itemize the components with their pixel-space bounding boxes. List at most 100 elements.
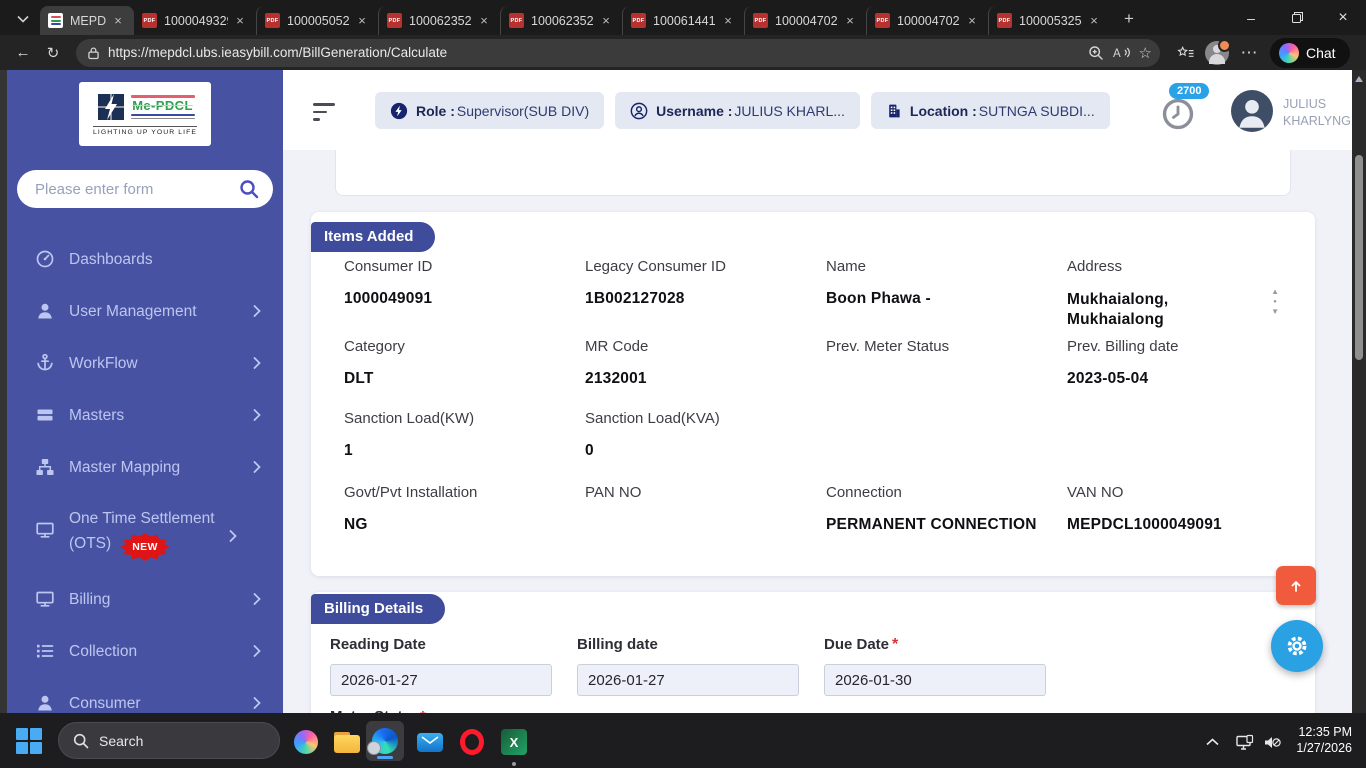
sidebar-item-billing[interactable]: Billing xyxy=(7,573,283,625)
profile-name: JULIUS KHARLYNG xyxy=(1283,96,1352,130)
minimize-button[interactable]: – xyxy=(1228,0,1274,35)
url-text[interactable]: https://mepdcl.ubs.ieasybill.com/BillGen… xyxy=(108,45,1079,60)
billing-details-card: Billing Details Reading Date Billing dat… xyxy=(311,592,1315,713)
sidebar-item-master-mapping[interactable]: Master Mapping xyxy=(7,441,283,493)
due-date-label: Due Date xyxy=(824,636,889,653)
location-label: Location : xyxy=(910,103,977,119)
tab-title: 1000053254 xyxy=(1019,14,1082,28)
chevron-right-icon xyxy=(253,357,261,369)
taskbar-explorer-button[interactable] xyxy=(329,727,365,757)
tab-close-icon[interactable]: × xyxy=(964,13,980,29)
taskbar-copilot-button[interactable] xyxy=(288,727,324,757)
mepdcl-logo: Me-PDCL LIGHTING UP YOUR LIFE xyxy=(79,82,211,146)
hamburger-menu-icon[interactable] xyxy=(313,103,335,121)
timer-count-badge: 2700 xyxy=(1169,83,1209,99)
session-timer[interactable]: 2700 xyxy=(1161,83,1211,137)
browser-profile-avatar[interactable] xyxy=(1200,39,1234,67)
read-aloud-icon[interactable]: A xyxy=(1113,46,1130,59)
back-button[interactable]: ← xyxy=(8,39,38,67)
window-controls: – × xyxy=(1228,0,1366,35)
tray-clock[interactable]: 12:35 PM 1/27/2026 xyxy=(1284,724,1352,756)
new-tab-button[interactable]: + xyxy=(1114,5,1144,33)
browser-tab-pdf[interactable]: PDF 1000623525 × xyxy=(500,6,622,35)
sidebar-item-label: User Management xyxy=(69,299,245,324)
sidebar-item-consumer[interactable]: Consumer xyxy=(7,677,283,713)
taskbar-opera-button[interactable] xyxy=(454,727,490,757)
taskbar-excel-button[interactable]: X xyxy=(496,727,532,757)
billing-details-ribbon: Billing Details xyxy=(311,594,445,624)
username-label: Username : xyxy=(656,103,732,119)
sidebar-item-masters[interactable]: Masters xyxy=(7,389,283,441)
refresh-button[interactable]: ↻ xyxy=(38,39,68,67)
zoom-icon[interactable] xyxy=(1088,45,1104,61)
user-avatar[interactable] xyxy=(1231,90,1273,137)
copilot-chat-button[interactable]: Chat xyxy=(1270,38,1350,68)
field-value: 2023-05-04 xyxy=(1067,370,1267,388)
settings-dots-icon[interactable]: ⋯ xyxy=(1234,39,1264,67)
tab-search-chevron-icon[interactable] xyxy=(8,5,38,33)
browser-tab-mepdcl[interactable]: MEPDCL × xyxy=(40,6,134,35)
browser-tab-pdf[interactable]: PDF 1000053254 × xyxy=(988,6,1110,35)
browser-tab-pdf[interactable]: PDF 1000050523 × xyxy=(256,6,378,35)
field-value: 1B002127028 xyxy=(585,290,826,308)
browser-tab-pdf[interactable]: PDF 1000047020 × xyxy=(744,6,866,35)
tab-close-icon[interactable]: × xyxy=(354,13,370,29)
sidebar-search-input[interactable] xyxy=(33,180,231,199)
address-bar[interactable]: https://mepdcl.ubs.ieasybill.com/BillGen… xyxy=(76,39,1160,67)
start-button[interactable] xyxy=(16,728,42,754)
tray-network-icon[interactable] xyxy=(1230,727,1260,757)
taskbar-search[interactable]: Search xyxy=(58,722,280,759)
page-scrollbar[interactable] xyxy=(1352,70,1366,713)
sidebar-item-workflow[interactable]: WorkFlow xyxy=(7,337,283,389)
restore-button[interactable] xyxy=(1274,0,1320,35)
field-value: 2132001 xyxy=(585,370,826,388)
tab-close-icon[interactable]: × xyxy=(598,13,614,29)
search-icon[interactable] xyxy=(239,179,259,199)
taskbar-edge-button[interactable] xyxy=(366,721,404,761)
role-value: Supervisor(SUB DIV) xyxy=(457,103,589,119)
reading-date-input[interactable] xyxy=(330,664,552,696)
browser-tab-pdf[interactable]: PDF 1000047020 × xyxy=(866,6,988,35)
tab-close-icon[interactable]: × xyxy=(232,13,248,29)
tray-chevron-icon[interactable] xyxy=(1198,727,1226,757)
username-value: JULIUS KHARL... xyxy=(734,103,844,119)
tab-close-icon[interactable]: × xyxy=(720,13,736,29)
scroll-up-icon[interactable]: ▲ xyxy=(1271,288,1279,296)
user-icon xyxy=(35,301,55,321)
billing-fields: Reading Date Billing date Due Date* xyxy=(330,636,1071,696)
tab-close-icon[interactable]: × xyxy=(476,13,492,29)
sidebar-item-user-management[interactable]: User Management xyxy=(7,285,283,337)
sidebar-item-ots[interactable]: One Time Settlement (OTS) NEW xyxy=(7,493,283,573)
taskbar-mail-button[interactable] xyxy=(412,727,448,757)
chevron-right-icon xyxy=(253,593,261,605)
edge-active-indicator xyxy=(377,756,393,759)
windows-taskbar: Search X 12: xyxy=(0,713,1366,768)
billing-date-input[interactable] xyxy=(577,664,799,696)
browser-toolbar: ← ↻ https://mepdcl.ubs.ieasybill.com/Bil… xyxy=(0,35,1366,70)
items-added-card: Items Added Consumer ID1000049091 Legacy… xyxy=(311,212,1315,576)
browser-tab-pdf[interactable]: PDF 1000049329 × xyxy=(134,6,256,35)
scrollbar-thumb[interactable] xyxy=(1355,155,1363,360)
close-button[interactable]: × xyxy=(1320,0,1366,35)
settings-gear-button[interactable] xyxy=(1271,620,1323,672)
tab-close-icon[interactable]: × xyxy=(842,13,858,29)
scroll-to-top-button[interactable] xyxy=(1276,566,1316,605)
excel-icon: X xyxy=(501,729,527,755)
browser-tab-pdf[interactable]: PDF 1000623525 × xyxy=(378,6,500,35)
required-mark: * xyxy=(892,636,898,653)
sidebar-item-label: Dashboards xyxy=(69,247,261,272)
sidebar-item-dashboards[interactable]: Dashboards xyxy=(7,233,283,285)
tab-close-icon[interactable]: × xyxy=(1086,13,1102,29)
scroll-down-icon[interactable]: ▼ xyxy=(1271,308,1279,316)
favorites-list-icon[interactable] xyxy=(1170,39,1200,67)
scrollbar-up-arrow[interactable] xyxy=(1355,76,1363,82)
tray-volume-muted-icon[interactable] xyxy=(1258,727,1286,757)
browser-tab-pdf[interactable]: PDF 1000614418 × xyxy=(622,6,744,35)
due-date-input[interactable] xyxy=(824,664,1046,696)
lock-icon xyxy=(88,46,99,60)
header-pills: Role : Supervisor(SUB DIV) Username : JU… xyxy=(375,92,1110,129)
favorite-star-icon[interactable]: ☆ xyxy=(1139,44,1152,62)
sidebar-item-collection[interactable]: Collection xyxy=(7,625,283,677)
tab-close-icon[interactable]: × xyxy=(110,13,126,29)
copilot-icon xyxy=(1279,43,1299,63)
